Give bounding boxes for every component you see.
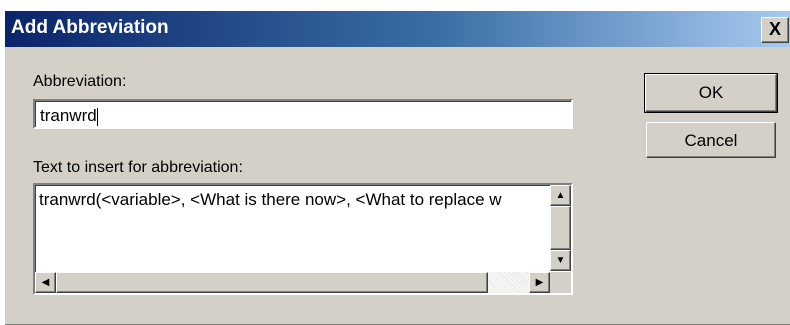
scroll-left-button[interactable]: ◀ bbox=[35, 272, 56, 293]
horizontal-scrollbar[interactable]: ◀ ▶ bbox=[35, 272, 550, 293]
add-abbreviation-dialog: Add Abbreviation X Abbreviation: tranwrd… bbox=[4, 10, 790, 325]
scrollbar-corner bbox=[550, 272, 571, 293]
scroll-right-button[interactable]: ▶ bbox=[529, 272, 550, 293]
cancel-button[interactable]: Cancel bbox=[646, 122, 776, 158]
dialog-title: Add Abbreviation bbox=[11, 17, 169, 38]
abbreviation-label: Abbreviation: bbox=[33, 73, 127, 90]
ok-button[interactable]: OK bbox=[644, 73, 778, 113]
text-to-insert-value: tranwrd(<variable>, <What is there now>,… bbox=[39, 190, 502, 209]
horizontal-scroll-thumb[interactable] bbox=[56, 272, 488, 293]
vertical-scrollbar[interactable]: ▲ ▼ bbox=[550, 185, 571, 271]
title-bar: Add Abbreviation X bbox=[5, 11, 790, 47]
vertical-scroll-thumb[interactable] bbox=[550, 206, 571, 250]
close-button[interactable]: X bbox=[761, 17, 789, 43]
text-caret bbox=[96, 107, 98, 126]
text-to-insert-label: Text to insert for abbreviation: bbox=[33, 159, 243, 176]
abbreviation-value: tranwrd bbox=[40, 106, 97, 125]
text-to-insert-textarea[interactable]: tranwrd(<variable>, <What is there now>,… bbox=[33, 183, 573, 295]
scroll-up-button[interactable]: ▲ bbox=[550, 185, 571, 206]
abbreviation-input[interactable]: tranwrd bbox=[33, 99, 573, 129]
scroll-down-button[interactable]: ▼ bbox=[550, 250, 571, 271]
